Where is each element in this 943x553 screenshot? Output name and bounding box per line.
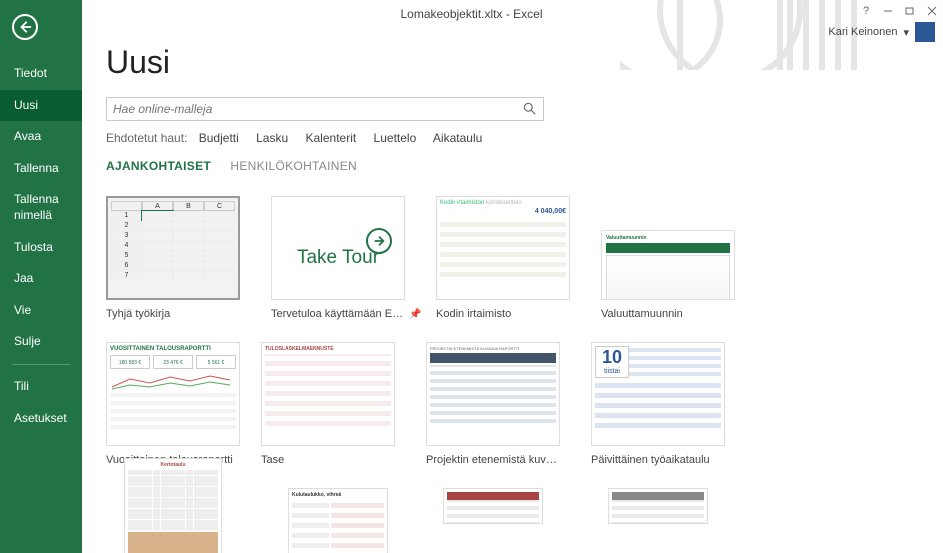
template-grid: ABC 1 2 3 4 5 6 7 Tyhjä työkirja [106,196,919,553]
template-thumbnail: TULOSLASKELMAENNUSTE [261,342,395,446]
suggest-kalenterit[interactable]: Kalenterit [306,131,357,145]
sidebar-item-tallenna-nimella[interactable]: Tallenna nimellä [0,184,82,231]
page-title: Uusi [106,44,905,81]
template-label: Tervetuloa käyttämään Exceliä [271,308,405,320]
template-annual-financial-report[interactable]: VUOSITTAINEN TALOUSRAPORTTI 180 583 € 23… [106,342,261,466]
template-thumbnail: Take Tour [271,196,405,300]
template-scroll-area[interactable]: ABC 1 2 3 4 5 6 7 Tyhjä työkirja [106,196,929,553]
template-thumbnail: Kodin irtaimiston kohdeluettelo 4 040,00… [436,196,570,300]
sidebar-item-jaa[interactable]: Jaa [0,263,82,295]
template-home-inventory[interactable]: Kodin irtaimiston kohdeluettelo 4 040,00… [436,196,591,320]
suggest-lasku[interactable]: Lasku [256,131,288,145]
sidebar-separator [12,364,70,365]
sidebar: Tiedot Uusi Avaa Tallenna Tallenna nimel… [0,0,82,553]
template-income-statement[interactable]: TULOSLASKELMAENNUSTE Tase [261,342,416,466]
template-card[interactable] [591,488,746,553]
template-thumbnail: VUOSITTAINEN TALOUSRAPORTTI 180 583 € 23… [106,342,240,446]
sidebar-item-tiedot[interactable]: Tiedot [0,58,82,90]
template-label: Tyhjä työkirja [106,308,240,320]
search-icon[interactable] [523,102,537,116]
template-label: Valuuttamuunnin [601,308,735,320]
template-currency-converter[interactable]: Valuuttamuunnin Valuuttamuunnin [601,196,756,320]
template-label: Tase [261,454,395,466]
template-multiplication-table[interactable]: Kertotaulu Kertotaulu [106,488,261,553]
suggest-aikataulu[interactable]: Aikataulu [433,131,482,145]
search-box[interactable] [106,97,544,121]
template-thumbnail: Kulutaulukko, vihreä [288,488,388,553]
suggest-budjetti[interactable]: Budjetti [199,131,239,145]
sidebar-item-tallenna[interactable]: Tallenna [0,153,82,185]
template-label: Projektin etenemistä kuvaava ra... [426,454,560,466]
search-input[interactable] [113,102,523,116]
template-thumbnail: PROJEKTIN ETENEMISTÄ KUVAAVA RAPORTTI [426,342,560,446]
tour-text: Take Tour [297,248,379,269]
template-card[interactable] [426,488,581,553]
suggested-label: Ehdotetut haut: [106,131,187,145]
main-content: Uusi Ehdotetut haut: Budjetti Lasku Kale… [82,0,929,553]
sidebar-item-vie[interactable]: Vie [0,295,82,327]
tab-henkilokohtainen[interactable]: HENKILÖKOHTAINEN [230,159,357,173]
sidebar-item-tili[interactable]: Tili [0,371,82,403]
template-thumbnail [443,488,543,524]
tab-ajankohtaiset[interactable]: AJANKOHTAISET [106,159,211,173]
template-thumbnail: Valuuttamuunnin [601,230,735,300]
template-thumbnail: ABC 1 2 3 4 5 6 7 [106,196,240,300]
sidebar-item-tulosta[interactable]: Tulosta [0,232,82,264]
suggest-luettelo[interactable]: Luettelo [374,131,417,145]
template-tabs: AJANKOHTAISET HENKILÖKOHTAINEN [106,159,905,173]
template-label: Kodin irtaimisto [436,308,570,320]
sidebar-item-asetukset[interactable]: Asetukset [0,403,82,435]
template-label: Päivittäinen työaikataulu [591,454,725,466]
template-welcome-tour[interactable]: Take Tour Tervetuloa käyttämään Exceliä … [271,196,426,320]
template-blank-workbook[interactable]: ABC 1 2 3 4 5 6 7 Tyhjä työkirja [106,196,261,320]
template-small-business-expenses[interactable]: Kulutaulukko, vihreä Pienyritysten kulut… [271,488,426,553]
template-thumbnail: 10 tiistai [591,342,725,446]
suggested-searches: Ehdotetut haut: Budjetti Lasku Kalenteri… [106,131,905,145]
template-thumbnail: Kertotaulu [124,458,222,553]
pin-icon[interactable]: 📌 [409,309,421,320]
sidebar-item-sulje[interactable]: Sulje [0,326,82,358]
sidebar-item-uusi[interactable]: Uusi [0,90,82,122]
template-project-progress[interactable]: PROJEKTIN ETENEMISTÄ KUVAAVA RAPORTTI Pr… [426,342,581,466]
back-button[interactable] [12,14,38,40]
template-thumbnail [608,488,708,524]
template-daily-schedule[interactable]: 10 tiistai Päivittäinen työaikataulu [591,342,746,466]
sidebar-item-avaa[interactable]: Avaa [0,121,82,153]
